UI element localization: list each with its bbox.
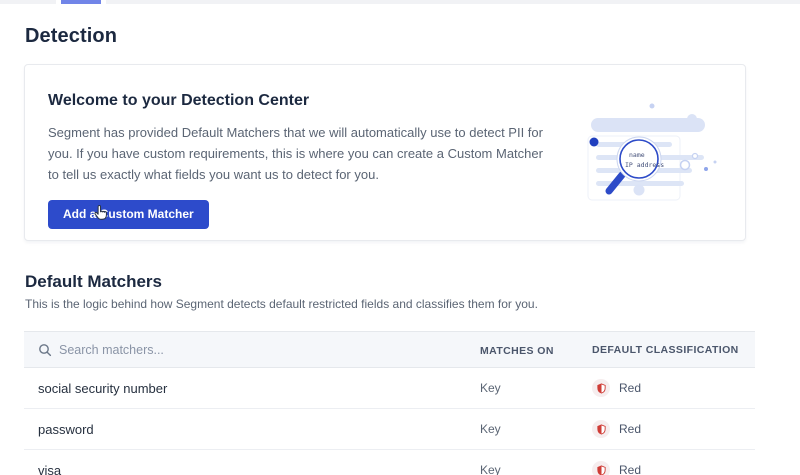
detection-page: Detection bbox=[0, 4, 800, 47]
red-classification-shield-icon bbox=[592, 420, 610, 438]
illustration-label-ip: IP address bbox=[625, 161, 664, 169]
page-title: Detection bbox=[25, 25, 800, 47]
classification-label: Red bbox=[619, 381, 641, 395]
table-row[interactable]: password Key Red bbox=[24, 409, 755, 450]
table-row[interactable]: visa Key Red bbox=[24, 450, 755, 475]
welcome-card: Welcome to your Detection Center Segment… bbox=[24, 64, 746, 241]
search-matchers-input[interactable] bbox=[59, 343, 439, 357]
matcher-matches-on: Key bbox=[480, 381, 501, 395]
detection-illustration-icon: name IP address bbox=[569, 79, 739, 229]
welcome-body-text: Segment has provided Default Matchers th… bbox=[48, 122, 553, 185]
default-matchers-title: Default Matchers bbox=[25, 272, 162, 292]
illustration-label-name: name bbox=[629, 151, 645, 159]
welcome-content: Welcome to your Detection Center Segment… bbox=[48, 91, 568, 229]
red-classification-shield-icon bbox=[592, 461, 610, 475]
matcher-name: visa bbox=[38, 463, 61, 475]
matchers-table: MATCHES ON DEFAULT CLASSIFICATION social… bbox=[24, 331, 755, 475]
matcher-matches-on: Key bbox=[480, 422, 501, 436]
matchers-table-header: MATCHES ON DEFAULT CLASSIFICATION bbox=[24, 331, 755, 368]
column-header-default-classification: DEFAULT CLASSIFICATION bbox=[592, 344, 739, 356]
classification-label: Red bbox=[619, 463, 641, 475]
red-classification-shield-icon bbox=[592, 379, 610, 397]
add-custom-matcher-button[interactable]: Add a Custom Matcher bbox=[48, 200, 209, 229]
classification-label: Red bbox=[619, 422, 641, 436]
table-row[interactable]: social security number Key Red bbox=[24, 368, 755, 409]
welcome-title: Welcome to your Detection Center bbox=[48, 91, 568, 110]
matcher-name: password bbox=[38, 422, 94, 437]
search-icon bbox=[38, 343, 52, 357]
matcher-matches-on: Key bbox=[480, 463, 501, 475]
search-matchers-field[interactable] bbox=[38, 343, 480, 357]
column-header-matches-on: MATCHES ON bbox=[480, 345, 554, 357]
matcher-name: social security number bbox=[38, 381, 167, 396]
default-matchers-subtitle: This is the logic behind how Segment det… bbox=[25, 297, 538, 312]
